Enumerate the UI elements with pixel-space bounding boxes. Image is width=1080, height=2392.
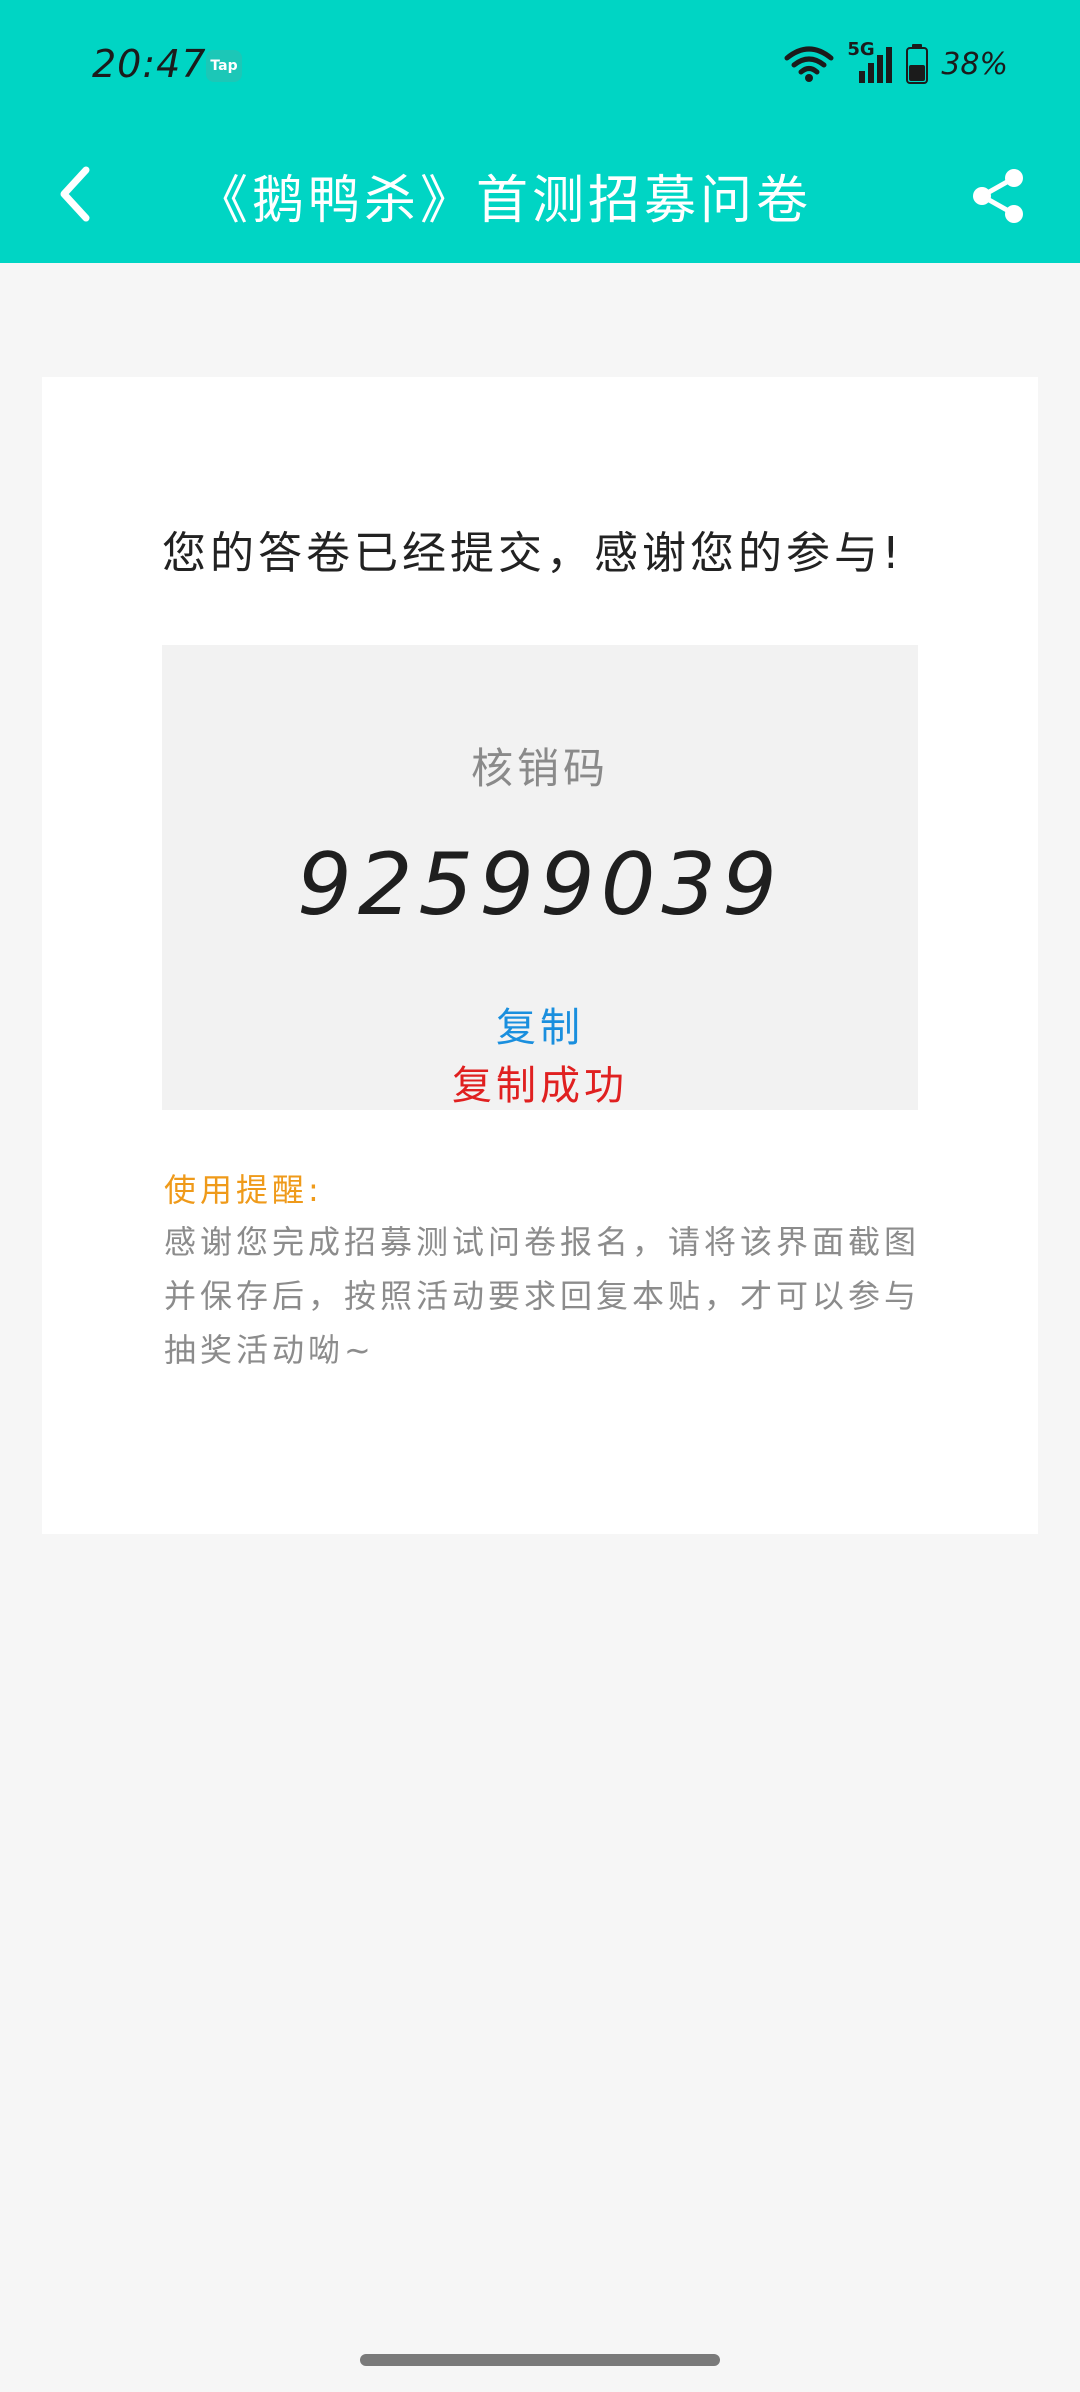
code-value: 92599039 — [297, 835, 783, 935]
submit-confirmation: 您的答卷已经提交，感谢您的参与! — [162, 528, 904, 579]
gesture-navigation-bar[interactable] — [360, 2354, 720, 2366]
battery-percentage: 38% — [941, 46, 1008, 82]
share-icon — [973, 169, 1023, 223]
back-button[interactable] — [40, 154, 112, 234]
status-bar: 20:47 Tap 5G 38% — [0, 0, 1080, 130]
verification-code-box: 核销码 92599039 复制 复制成功 — [162, 645, 918, 1110]
tap-notification-icon: Tap — [206, 50, 242, 82]
battery-icon — [906, 44, 929, 84]
wifi-icon — [784, 46, 834, 82]
page-title: 《鹅鸭杀》首测招募问卷 — [196, 171, 813, 231]
tip-title: 使用提醒: — [164, 1171, 323, 1209]
chevron-left-icon — [60, 166, 90, 222]
cellular-signal-icon: 5G — [847, 39, 893, 85]
share-button[interactable] — [960, 158, 1036, 234]
copy-success-message: 复制成功 — [452, 1063, 628, 1109]
page: 20:47 Tap 5G 38% 《鹅鸭杀》首测招募问卷 您的答卷已经提交，感谢… — [0, 0, 1080, 2392]
header: 20:47 Tap 5G 38% 《鹅鸭杀》首测招募问卷 — [0, 0, 1080, 263]
tip-body: 感谢您完成招募测试问卷报名，请将该界面截图并保存后，按照活动要求回复本贴，才可以… — [164, 1223, 921, 1369]
result-card: 您的答卷已经提交，感谢您的参与! 核销码 92599039 复制 复制成功 使用… — [42, 377, 1038, 1534]
status-icons: 5G 38% — [783, 39, 1008, 88]
code-label: 核销码 — [470, 744, 609, 793]
app-bar: 《鹅鸭杀》首测招募问卷 — [0, 130, 1080, 263]
status-time: 20:47 — [92, 42, 207, 86]
copy-button[interactable]: 复制 — [162, 995, 918, 1053]
